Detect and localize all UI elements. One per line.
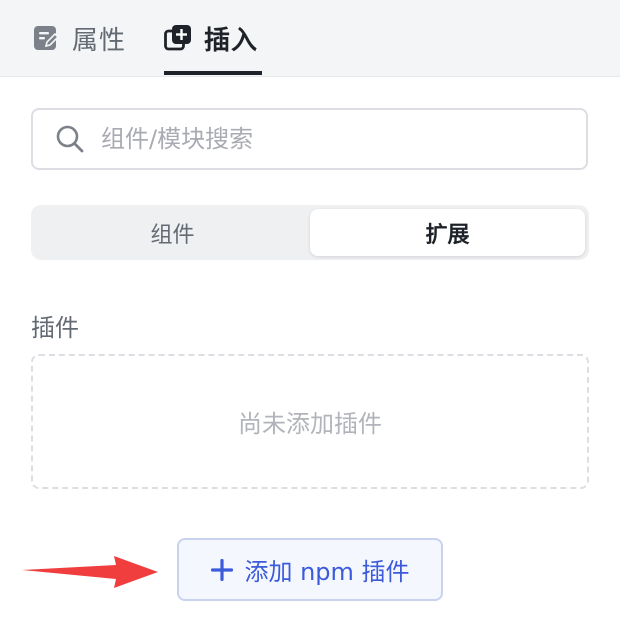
annotation-arrow-icon (22, 556, 158, 588)
segment-extensions[interactable]: 扩展 (310, 209, 585, 256)
edit-note-icon (34, 26, 60, 50)
add-layer-icon (164, 25, 191, 51)
search-box[interactable] (31, 108, 588, 170)
search-input[interactable] (99, 124, 543, 154)
add-npm-plugin-label: 添加 npm 插件 (244, 558, 410, 586)
segmented-control: 组件 扩展 (31, 205, 589, 260)
plugins-section-title: 插件 (31, 314, 79, 342)
active-tab-indicator (164, 71, 262, 75)
tab-bar: 属性 插入 (0, 0, 620, 77)
search-icon (56, 125, 84, 153)
tab-properties[interactable]: 属性 (32, 0, 126, 76)
plugins-empty-state: 尚未添加插件 (31, 354, 589, 489)
plugins-empty-text: 尚未添加插件 (238, 410, 382, 438)
add-npm-plugin-button[interactable]: 添加 npm 插件 (177, 538, 443, 601)
tab-properties-label: 属性 (72, 25, 127, 56)
tab-insert[interactable]: 插入 (164, 0, 258, 76)
plus-icon (211, 558, 234, 581)
segment-components[interactable]: 组件 (35, 209, 310, 256)
tab-insert-label: 插入 (204, 25, 259, 56)
